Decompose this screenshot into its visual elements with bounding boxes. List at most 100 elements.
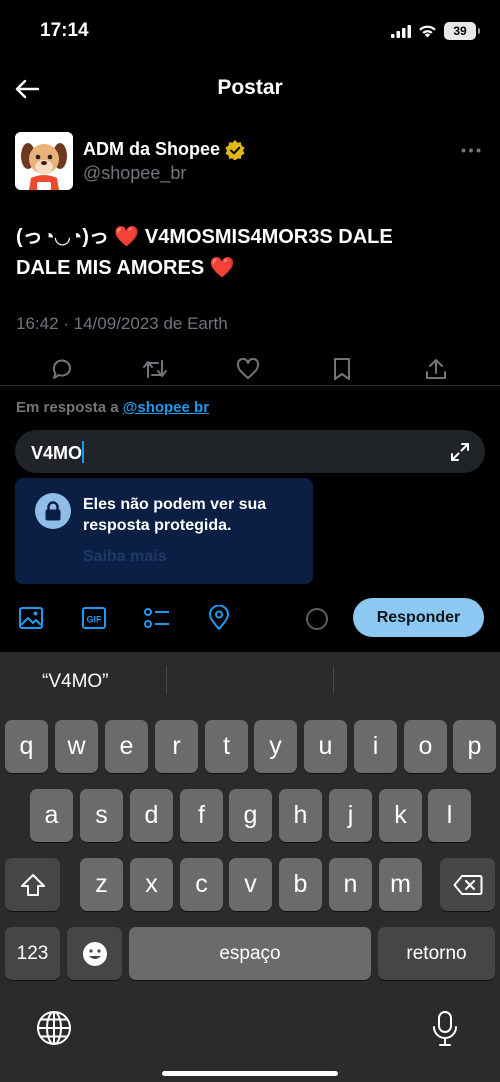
post-actions — [0, 352, 500, 386]
shift-arrow-icon — [20, 873, 45, 896]
page-title: Postar — [217, 76, 283, 99]
battery-indicator: 39 — [444, 22, 480, 40]
backspace-icon — [453, 874, 482, 895]
key-a[interactable]: a — [30, 789, 73, 842]
dog-mascot-avatar — [15, 132, 73, 190]
emoji-key[interactable] — [67, 927, 122, 980]
repost-icon — [143, 360, 167, 378]
status-time: 17:14 — [40, 20, 89, 41]
key-y[interactable]: y — [254, 720, 297, 773]
reply-submit-button[interactable]: Responder — [353, 598, 484, 637]
key-g[interactable]: g — [229, 789, 272, 842]
key-q[interactable]: q — [5, 720, 48, 773]
key-b[interactable]: b — [279, 858, 322, 911]
key-r[interactable]: r — [155, 720, 198, 773]
status-bar: 17:14 39 — [0, 0, 500, 62]
key-o[interactable]: o — [404, 720, 447, 773]
suggestion-divider — [333, 666, 334, 694]
key-x[interactable]: x — [130, 858, 173, 911]
add-location-button[interactable] — [203, 602, 235, 634]
bookmark-icon — [334, 358, 350, 380]
key-t[interactable]: t — [205, 720, 248, 773]
author-name-text: ADM da Shopee — [83, 139, 221, 159]
reply-input-text: V4MO — [31, 441, 85, 464]
key-e[interactable]: e — [105, 720, 148, 773]
globe-icon — [37, 1011, 71, 1045]
key-c[interactable]: c — [180, 858, 223, 911]
return-key[interactable]: retorno — [378, 927, 495, 980]
cellular-signal-icon — [391, 24, 411, 38]
gif-icon: GIF — [82, 607, 106, 629]
avatar[interactable] — [15, 132, 73, 190]
learn-more-link[interactable]: Saiba mais — [83, 548, 167, 566]
reply-input-value: V4MO — [31, 443, 83, 463]
key-k[interactable]: k — [379, 789, 422, 842]
reply-input[interactable]: V4MO — [15, 430, 485, 473]
character-count-ring — [306, 608, 328, 630]
repost-action-button[interactable] — [138, 352, 172, 386]
text-caret — [82, 441, 85, 463]
location-pin-icon — [209, 605, 229, 630]
key-m[interactable]: m — [379, 858, 422, 911]
status-icons: 39 — [391, 22, 480, 40]
poll-list-icon — [144, 608, 169, 628]
add-image-button[interactable] — [15, 602, 47, 634]
image-icon — [19, 607, 43, 629]
key-f[interactable]: f — [180, 789, 223, 842]
post-timestamp: 16:42 · 14/09/2023 de Earth — [16, 314, 228, 333]
author-handle: @shopee_br — [83, 163, 187, 183]
reply-to-label: Em resposta a @shopee br — [16, 399, 209, 416]
key-v[interactable]: v — [229, 858, 272, 911]
suggestion-divider — [166, 666, 167, 694]
key-w[interactable]: w — [55, 720, 98, 773]
add-poll-button[interactable] — [141, 602, 173, 634]
emoji-smiley-icon — [82, 941, 107, 966]
more-options-button[interactable] — [456, 138, 486, 162]
lock-badge — [35, 493, 71, 529]
backspace-key[interactable] — [440, 858, 495, 911]
key-n[interactable]: n — [329, 858, 372, 911]
language-globe-button[interactable] — [36, 1010, 72, 1046]
lock-icon — [45, 501, 61, 521]
reply-action-button[interactable] — [45, 352, 79, 386]
svg-text:GIF: GIF — [87, 615, 103, 625]
share-action-button[interactable] — [419, 352, 453, 386]
verified-badge-icon — [225, 139, 245, 160]
key-p[interactable]: p — [453, 720, 496, 773]
shift-key[interactable] — [5, 858, 60, 911]
share-icon — [426, 359, 446, 379]
keyboard: “V4MO” q w e r t y u i o p a s d f g h j… — [0, 652, 500, 1082]
key-u[interactable]: u — [304, 720, 347, 773]
key-i[interactable]: i — [354, 720, 397, 773]
space-key[interactable]: espaço — [129, 927, 371, 980]
bookmark-action-button[interactable] — [325, 352, 359, 386]
dictation-button[interactable] — [430, 1010, 460, 1048]
post-text-line: (っ◔◡◔)っ ❤️ V4MOSMIS4MOR3S DALE — [16, 226, 393, 248]
numbers-key[interactable]: 123 — [5, 927, 60, 980]
header: Postar — [0, 62, 500, 116]
protected-message: Eles não podem ver sua resposta protegid… — [83, 496, 267, 534]
microphone-icon — [433, 1011, 457, 1046]
heart-icon — [236, 358, 260, 379]
key-h[interactable]: h — [279, 789, 322, 842]
key-l[interactable]: l — [428, 789, 471, 842]
divider — [0, 385, 500, 386]
key-j[interactable]: j — [329, 789, 372, 842]
key-s[interactable]: s — [80, 789, 123, 842]
home-indicator — [162, 1071, 338, 1076]
reply-to-handle-link[interactable]: @shopee br — [123, 399, 209, 416]
reply-to-prefix: Em resposta a — [16, 399, 123, 416]
expand-icon[interactable] — [449, 441, 471, 463]
comment-icon — [52, 359, 71, 379]
key-d[interactable]: d — [130, 789, 173, 842]
key-z[interactable]: z — [80, 858, 123, 911]
wifi-icon — [419, 25, 436, 38]
author-name[interactable]: ADM da Shopee — [83, 139, 245, 160]
suggestion-item[interactable]: “V4MO” — [42, 671, 109, 693]
composer-toolbar: GIF Responder — [0, 598, 500, 638]
suggestion-bar: “V4MO” — [0, 652, 500, 706]
post-text-line: DALE MIS AMORES ❤️ — [16, 257, 235, 279]
add-gif-button[interactable]: GIF — [78, 602, 110, 634]
like-action-button[interactable] — [231, 352, 265, 386]
post-text: (っ◔◡◔)っ ❤️ V4MOSMIS4MOR3S DALE DALE MIS … — [16, 222, 476, 284]
